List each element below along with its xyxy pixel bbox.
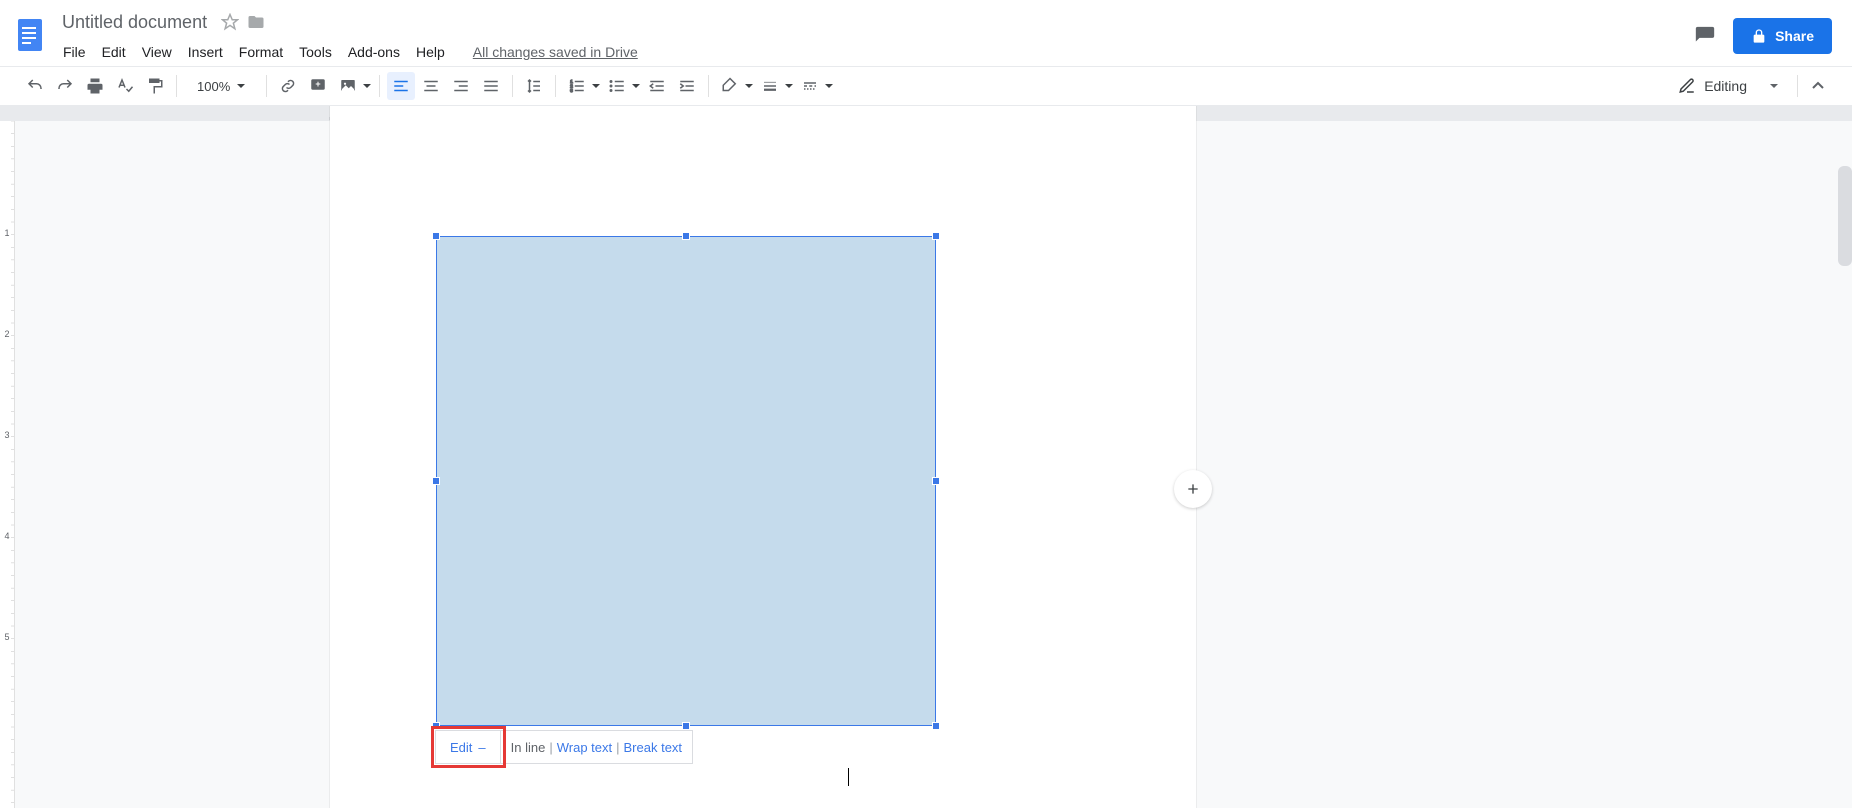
inline-option[interactable]: In line bbox=[511, 740, 546, 755]
separator bbox=[1797, 75, 1798, 97]
svg-text:+: + bbox=[316, 79, 321, 89]
vertical-scrollbar-thumb[interactable] bbox=[1838, 166, 1852, 266]
menu-format[interactable]: Format bbox=[232, 40, 290, 64]
resize-handle-e[interactable] bbox=[932, 477, 940, 485]
share-label: Share bbox=[1775, 28, 1814, 44]
add-comment-button[interactable]: + bbox=[304, 72, 332, 100]
decrease-indent-button[interactable] bbox=[643, 72, 671, 100]
resize-handle-n[interactable] bbox=[682, 232, 690, 240]
separator bbox=[176, 75, 177, 97]
border-dash-button[interactable] bbox=[796, 72, 824, 100]
save-status[interactable]: All changes saved in Drive bbox=[466, 40, 645, 64]
separator bbox=[555, 75, 556, 97]
option-separator: | bbox=[549, 740, 552, 755]
share-button[interactable]: Share bbox=[1733, 18, 1832, 54]
svg-text:5: 5 bbox=[4, 632, 9, 642]
edit-label: Edit bbox=[450, 740, 472, 755]
border-weight-dropdown-icon[interactable] bbox=[783, 81, 795, 91]
insert-image-button[interactable] bbox=[334, 72, 362, 100]
resize-handle-s[interactable] bbox=[682, 722, 690, 730]
undo-button[interactable] bbox=[21, 72, 49, 100]
print-button[interactable] bbox=[81, 72, 109, 100]
drawing-fill bbox=[436, 236, 936, 726]
align-justify-button[interactable] bbox=[477, 72, 505, 100]
bulleted-list-dropdown-icon[interactable] bbox=[630, 81, 642, 91]
separator bbox=[708, 75, 709, 97]
separator bbox=[512, 75, 513, 97]
menu-edit[interactable]: Edit bbox=[95, 40, 133, 64]
svg-text:3: 3 bbox=[571, 88, 574, 93]
wrap-text-option[interactable]: Wrap text bbox=[557, 740, 612, 755]
redo-button[interactable] bbox=[51, 72, 79, 100]
border-color-dropdown-icon[interactable] bbox=[743, 81, 755, 91]
align-center-button[interactable] bbox=[417, 72, 445, 100]
edit-dash: – bbox=[478, 740, 485, 755]
wrap-options: In line | Wrap text | Break text bbox=[501, 731, 692, 763]
toolbar: 100% + 123 Editing bbox=[0, 66, 1852, 106]
collapse-toolbar-button[interactable] bbox=[1804, 72, 1832, 100]
align-right-button[interactable] bbox=[447, 72, 475, 100]
numbered-list-button[interactable]: 123 bbox=[563, 72, 591, 100]
menu-file[interactable]: File bbox=[56, 40, 93, 64]
menu-view[interactable]: View bbox=[135, 40, 179, 64]
edit-drawing-button[interactable]: Edit – bbox=[436, 731, 501, 763]
option-separator: | bbox=[616, 740, 619, 755]
break-text-option[interactable]: Break text bbox=[624, 740, 683, 755]
zoom-select[interactable]: 100% bbox=[189, 75, 254, 98]
menu-tools[interactable]: Tools bbox=[292, 40, 339, 64]
header-right: Share bbox=[1691, 8, 1842, 54]
star-icon[interactable] bbox=[221, 13, 239, 31]
increase-indent-button[interactable] bbox=[673, 72, 701, 100]
spellcheck-button[interactable] bbox=[111, 72, 139, 100]
svg-text:3: 3 bbox=[4, 430, 9, 440]
svg-text:1: 1 bbox=[4, 228, 9, 238]
numbered-list-dropdown-icon[interactable] bbox=[590, 81, 602, 91]
border-color-button[interactable] bbox=[716, 72, 744, 100]
line-spacing-button[interactable] bbox=[520, 72, 548, 100]
menu-insert[interactable]: Insert bbox=[181, 40, 230, 64]
explore-fab[interactable] bbox=[1174, 470, 1212, 508]
resize-handle-sw[interactable] bbox=[432, 722, 440, 730]
svg-text:4: 4 bbox=[4, 531, 9, 541]
align-left-button[interactable] bbox=[387, 72, 415, 100]
text-cursor bbox=[848, 768, 849, 786]
docs-logo[interactable] bbox=[10, 8, 50, 62]
vertical-ruler[interactable]: 1 2 3 4 5 bbox=[0, 121, 15, 808]
move-folder-icon[interactable] bbox=[247, 13, 265, 31]
insert-link-button[interactable] bbox=[274, 72, 302, 100]
menu-addons[interactable]: Add-ons bbox=[341, 40, 407, 64]
menu-bar: File Edit View Insert Format Tools Add-o… bbox=[56, 40, 1691, 64]
title-area: Untitled document File Edit View Insert … bbox=[56, 8, 1691, 64]
zoom-value: 100% bbox=[197, 79, 230, 94]
selected-drawing-object[interactable] bbox=[436, 236, 936, 726]
resize-handle-se[interactable] bbox=[932, 722, 940, 730]
document-title[interactable]: Untitled document bbox=[56, 10, 213, 35]
image-dropdown-icon[interactable] bbox=[361, 81, 373, 91]
resize-handle-nw[interactable] bbox=[432, 232, 440, 240]
open-comments-button[interactable] bbox=[1691, 22, 1719, 50]
resize-handle-ne[interactable] bbox=[932, 232, 940, 240]
svg-text:2: 2 bbox=[4, 329, 9, 339]
border-dash-dropdown-icon[interactable] bbox=[823, 81, 835, 91]
editing-mode-button[interactable]: Editing bbox=[1668, 73, 1757, 99]
editing-mode-label: Editing bbox=[1704, 78, 1747, 94]
title-bar: Untitled document bbox=[56, 8, 1691, 36]
paint-format-button[interactable] bbox=[141, 72, 169, 100]
border-weight-button[interactable] bbox=[756, 72, 784, 100]
document-canvas: 11234567 12345 Edit – In line | Wrap tex… bbox=[0, 106, 1852, 808]
editing-mode-dropdown-icon[interactable] bbox=[1765, 81, 1783, 91]
separator bbox=[266, 75, 267, 97]
resize-handle-w[interactable] bbox=[432, 477, 440, 485]
image-context-toolbar: Edit – In line | Wrap text | Break text bbox=[435, 730, 693, 764]
separator bbox=[379, 75, 380, 97]
bulleted-list-button[interactable] bbox=[603, 72, 631, 100]
menu-help[interactable]: Help bbox=[409, 40, 452, 64]
app-header: Untitled document File Edit View Insert … bbox=[0, 0, 1852, 66]
